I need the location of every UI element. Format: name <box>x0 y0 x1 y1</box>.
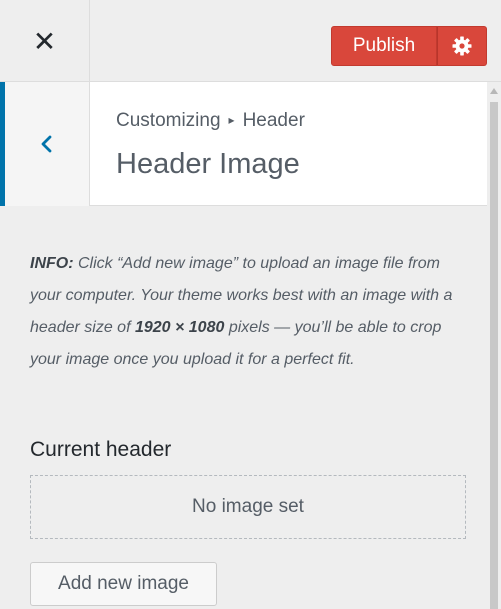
customizer-header-bar: ✕ Publish <box>0 0 501 82</box>
info-description: INFO: Click “Add new image” to upload an… <box>30 248 470 376</box>
scroll-up-icon[interactable] <box>490 88 498 94</box>
section-title: Header Image <box>116 148 300 180</box>
chevron-left-icon <box>41 135 52 153</box>
info-label: INFO: <box>30 255 74 272</box>
breadcrumb-parent: Customizing <box>116 110 221 131</box>
breadcrumb-separator-icon: ▸ <box>228 113 235 127</box>
current-header-label: Current header <box>30 438 172 461</box>
placeholder-text: No image set <box>192 496 304 517</box>
breadcrumb-current: Header <box>242 110 305 131</box>
section-header: Customizing ▸ Header Header Image <box>0 82 487 206</box>
add-new-image-button[interactable]: Add new image <box>30 562 217 606</box>
scrollbar[interactable] <box>487 82 501 609</box>
scrollbar-thumb[interactable] <box>490 102 498 609</box>
info-size: 1920 × 1080 <box>134 319 225 336</box>
gear-icon <box>452 36 472 56</box>
publish-actions: Publish <box>331 26 487 66</box>
back-button[interactable] <box>0 82 90 206</box>
current-header-placeholder: No image set <box>30 475 466 539</box>
close-icon: ✕ <box>32 25 57 57</box>
publish-settings-button[interactable] <box>437 26 487 66</box>
breadcrumb: Customizing ▸ Header <box>116 110 305 132</box>
publish-button[interactable]: Publish <box>331 26 437 66</box>
close-button[interactable]: ✕ <box>0 0 90 82</box>
